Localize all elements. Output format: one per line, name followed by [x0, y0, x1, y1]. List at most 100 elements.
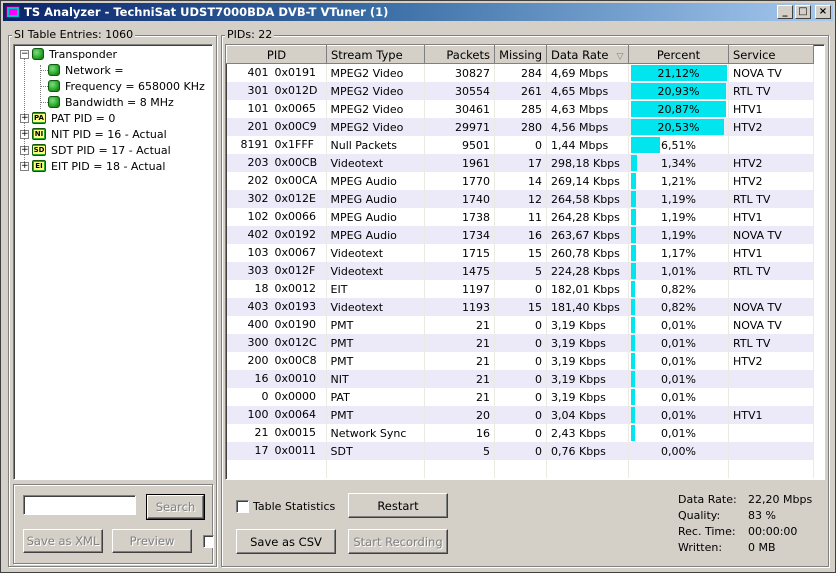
- cell-data-rate: 264,58 Kbps: [546, 190, 629, 208]
- table-row[interactable]: 200 0x00C8 PMT 21 0 3,19 Kbps 0,01% HTV2: [226, 352, 814, 370]
- percent-text: 1,01%: [661, 264, 696, 278]
- table-statistics-label[interactable]: Table Statistics: [253, 500, 335, 513]
- table-row[interactable]: 16 0x0010 NIT 21 0 3,19 Kbps 0,01%: [226, 370, 814, 388]
- cell-packets: 21: [424, 352, 495, 370]
- minimize-button[interactable]: _: [777, 5, 793, 19]
- cell-service: RTL TV: [728, 262, 814, 280]
- table-statistics-checkbox[interactable]: [236, 500, 249, 513]
- search-input[interactable]: [23, 495, 136, 515]
- start-recording-button[interactable]: Start Recording: [348, 529, 448, 554]
- tree-node-bandwidth[interactable]: Bandwidth = 8 MHz: [48, 94, 174, 110]
- table-row[interactable]: 301 0x012D MPEG2 Video 30554 261 4,65 Mbps 20,…: [226, 82, 814, 100]
- transponder-collapse-toggle[interactable]: −: [20, 50, 29, 59]
- si-tree-view[interactable]: − Transponder Network = Frequency = 6580…: [13, 44, 213, 480]
- pid-decimal: 18: [254, 282, 269, 295]
- cell-pid: 200 0x00C8: [226, 352, 327, 370]
- tree-node-network-label: Network =: [65, 63, 124, 77]
- cell-packets: 21: [424, 316, 495, 334]
- empty-cell: [494, 460, 547, 478]
- cell-stream-type: Null Packets: [326, 136, 425, 154]
- left-option-checkbox[interactable]: [203, 535, 214, 548]
- cell-service: HTV1: [728, 406, 814, 424]
- save-as-csv-button[interactable]: Save as CSV: [236, 529, 336, 554]
- cell-service: HTV2: [728, 154, 814, 172]
- pid-hex: 0x0067: [274, 246, 317, 259]
- cell-stream-type: MPEG Audio: [326, 190, 425, 208]
- cell-data-rate: 263,67 Kbps: [546, 226, 629, 244]
- search-button[interactable]: Search: [146, 494, 205, 520]
- restart-button[interactable]: Restart: [348, 493, 448, 518]
- pid-decimal: 103: [247, 246, 269, 259]
- pid-decimal: 102: [247, 210, 269, 223]
- col-header-percent[interactable]: Percent: [628, 45, 729, 64]
- table-row[interactable]: 18 0x0012 EIT 1197 0 182,01 Kbps 0,82%: [226, 280, 814, 298]
- col-header-stream-type[interactable]: Stream Type: [326, 45, 425, 64]
- col-header-missing[interactable]: Missing: [494, 45, 547, 64]
- sdt-expand-toggle[interactable]: +: [20, 146, 29, 155]
- cell-service: RTL TV: [728, 190, 814, 208]
- col-header-pid[interactable]: PID: [226, 45, 327, 64]
- window-title: TS Analyzer - TechniSat UDST7000BDA DVB-…: [24, 5, 389, 19]
- table-row[interactable]: 100 0x0064 PMT 20 0 3,04 Kbps 0,01% HTV1: [226, 406, 814, 424]
- written-label: Written:: [678, 541, 723, 554]
- close-button[interactable]: ×: [815, 5, 831, 19]
- tree-node-network[interactable]: Network =: [48, 62, 124, 78]
- nit-expand-toggle[interactable]: +: [20, 130, 29, 139]
- table-row[interactable]: 8191 0x1FFF Null Packets 9501 0 1,44 Mbps 6,51…: [226, 136, 814, 154]
- table-row[interactable]: 400 0x0190 PMT 21 0 3,19 Kbps 0,01% NOVA TV: [226, 316, 814, 334]
- pid-hex: 0x0065: [274, 102, 317, 115]
- table-row[interactable]: 300 0x012C PMT 21 0 3,19 Kbps 0,01% RTL TV: [226, 334, 814, 352]
- table-row[interactable]: 0 0x0000 PAT 21 0 3,19 Kbps 0,01%: [226, 388, 814, 406]
- tree-node-pat[interactable]: PA PAT PID = 0: [32, 110, 115, 126]
- pid-decimal: 100: [247, 408, 269, 421]
- cell-data-rate: 264,28 Kbps: [546, 208, 629, 226]
- pid-table-container[interactable]: PID Stream Type Packets Missing Data Rat…: [225, 44, 825, 480]
- table-row[interactable]: 401 0x0191 MPEG2 Video 30827 284 4,69 Mbps 21,…: [226, 63, 814, 82]
- cell-stream-type: NIT: [326, 370, 425, 388]
- table-row[interactable]: 201 0x00C9 MPEG2 Video 29971 280 4,56 Mbps 20,…: [226, 118, 814, 136]
- table-row[interactable]: 202 0x00CA MPEG Audio 1770 14 269,14 Kbps 1,21…: [226, 172, 814, 190]
- table-row[interactable]: 203 0x00CB Videotext 1961 17 298,18 Kbps 1,34%…: [226, 154, 814, 172]
- tree-node-transponder-label: Transponder: [49, 47, 118, 61]
- pid-decimal: 8191: [240, 138, 269, 151]
- pids-group-label: PIDs: 22: [225, 28, 275, 41]
- preview-button[interactable]: Preview: [112, 529, 192, 553]
- table-row[interactable]: 17 0x0011 SDT 5 0 0,76 Kbps 0,00%: [226, 442, 814, 460]
- table-row[interactable]: 403 0x0193 Videotext 1193 15 181,40 Kbps 0,82%…: [226, 298, 814, 316]
- col-header-packets[interactable]: Packets: [424, 45, 495, 64]
- cell-percent: 0,82%: [628, 280, 729, 298]
- tree-node-eit[interactable]: EI EIT PID = 18 - Actual: [32, 158, 165, 174]
- tree-node-transponder[interactable]: Transponder: [32, 46, 117, 62]
- table-row[interactable]: 102 0x0066 MPEG Audio 1738 11 264,28 Kbps 1,19…: [226, 208, 814, 226]
- table-row[interactable]: 21 0x0015 Network Sync 16 0 2,43 Kbps 0,01%: [226, 424, 814, 442]
- pid-decimal: 21: [254, 426, 269, 439]
- save-as-xml-button[interactable]: Save as XML: [23, 529, 103, 553]
- col-header-service[interactable]: Service: [728, 45, 814, 64]
- table-row[interactable]: 101 0x0065 MPEG2 Video 30461 285 4,63 Mbps 20,…: [226, 100, 814, 118]
- pat-expand-toggle[interactable]: +: [20, 114, 29, 123]
- tree-node-nit[interactable]: NI NIT PID = 16 - Actual: [32, 126, 167, 142]
- cell-packets: 1961: [424, 154, 495, 172]
- cell-missing: 0: [494, 406, 547, 424]
- cell-pid: 301 0x012D: [226, 82, 327, 100]
- table-row[interactable]: 303 0x012F Videotext 1475 5 224,28 Kbps 1,01% R…: [226, 262, 814, 280]
- cell-service: HTV1: [728, 244, 814, 262]
- col-header-data-rate[interactable]: Data Rate ▽: [546, 45, 629, 64]
- title-bar[interactable]: TS Analyzer - TechniSat UDST7000BDA DVB-…: [3, 3, 833, 21]
- table-row[interactable]: 103 0x0067 Videotext 1715 15 260,78 Kbps 1,17%…: [226, 244, 814, 262]
- empty-cell: [424, 460, 495, 478]
- written-value: 0 MB: [748, 541, 776, 554]
- percent-text: 1,19%: [661, 210, 696, 224]
- tree-node-sdt[interactable]: SD SDT PID = 17 - Actual: [32, 142, 171, 158]
- maximize-button[interactable]: □: [795, 5, 811, 19]
- table-row[interactable]: 302 0x012E MPEG Audio 1740 12 264,58 Kbps 1,19…: [226, 190, 814, 208]
- cell-packets: 5: [424, 442, 495, 460]
- percent-text: 0,01%: [661, 372, 696, 386]
- percent-text: 0,00%: [661, 444, 696, 458]
- tree-node-frequency[interactable]: Frequency = 658000 KHz: [48, 78, 205, 94]
- table-row[interactable]: 402 0x0192 MPEG Audio 1734 16 263,67 Kbps 1,19…: [226, 226, 814, 244]
- eit-expand-toggle[interactable]: +: [20, 162, 29, 171]
- pid-decimal: 403: [247, 300, 269, 313]
- cell-service: [728, 370, 814, 388]
- pid-hex: 0x0064: [274, 408, 317, 421]
